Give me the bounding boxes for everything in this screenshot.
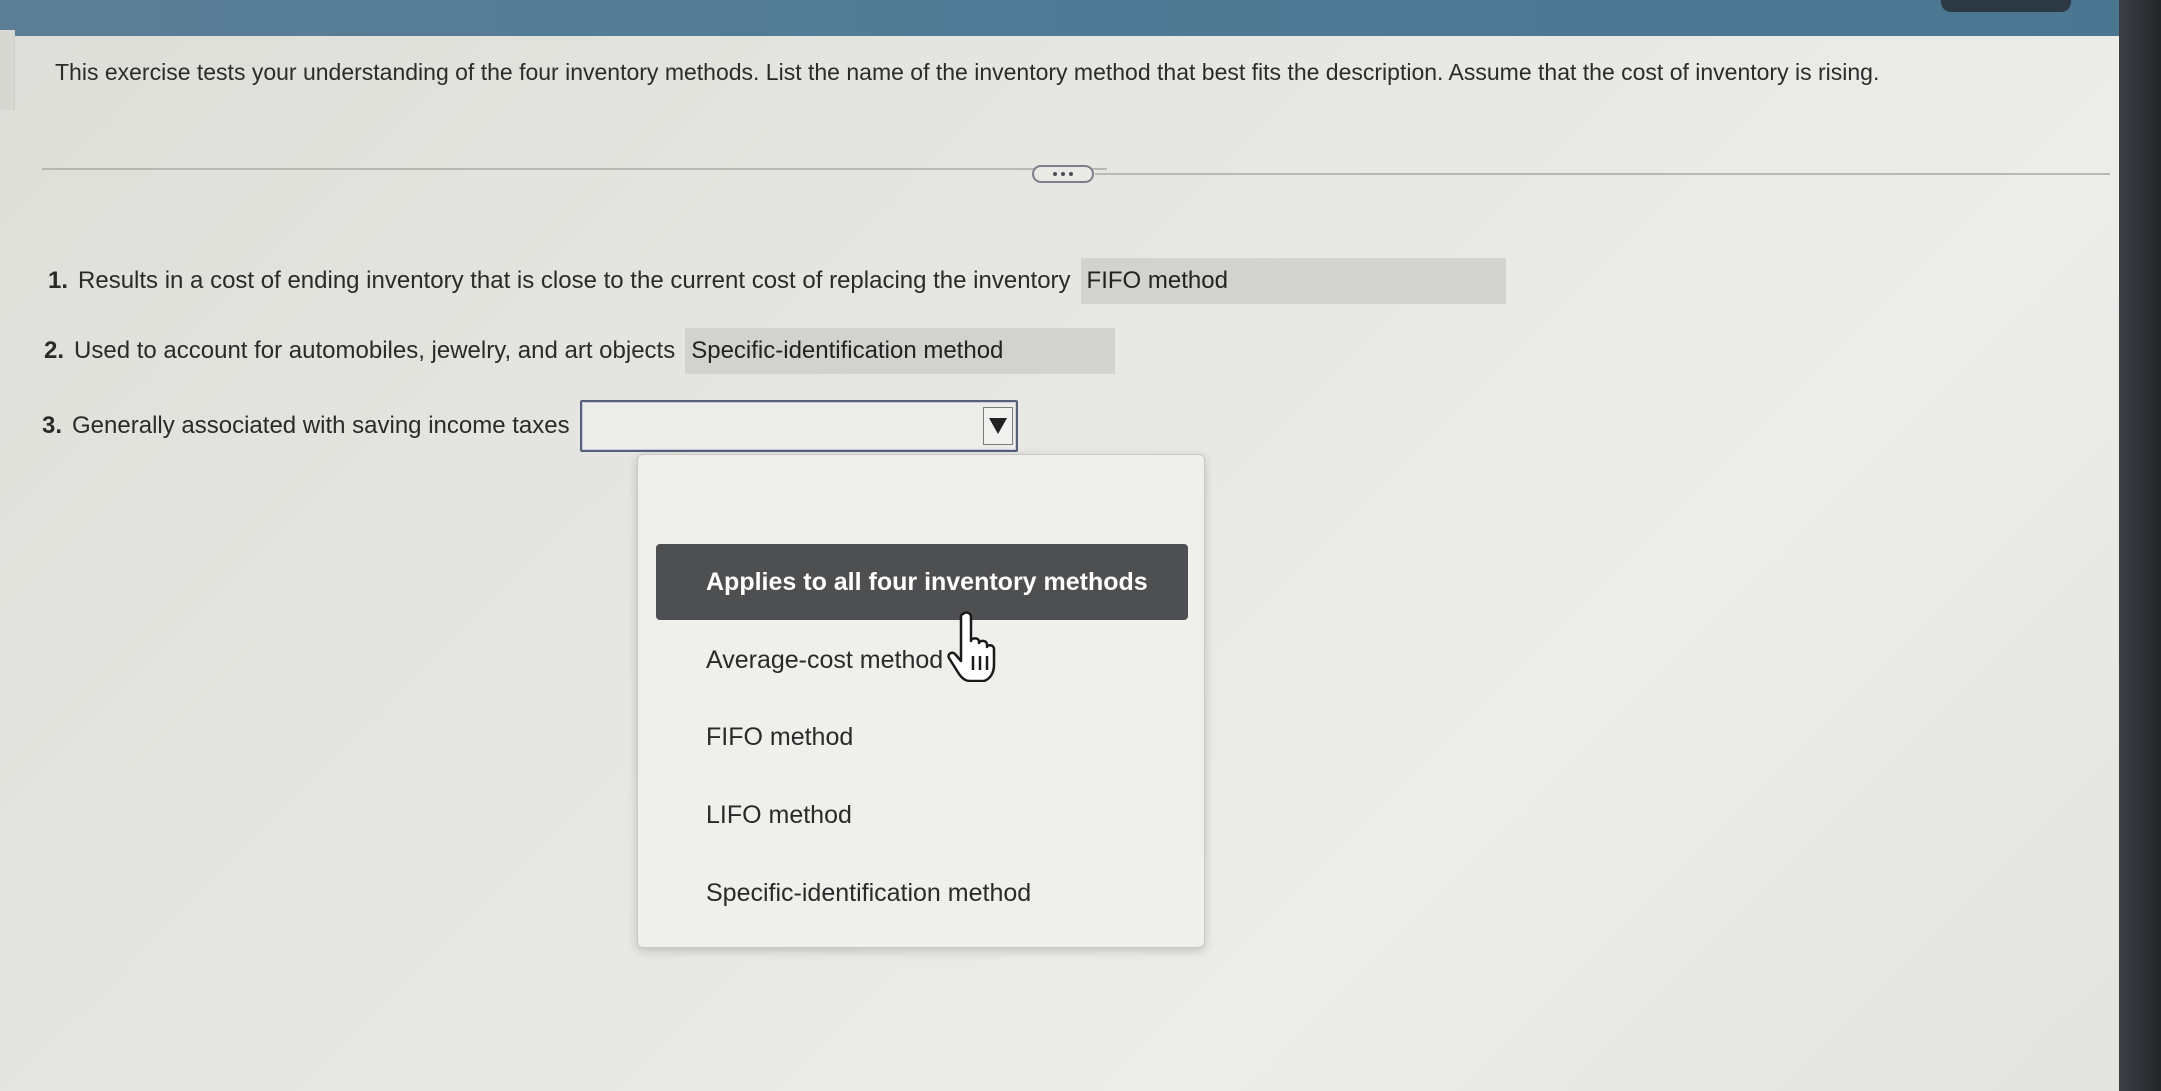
left-panel-edge: [0, 30, 15, 110]
expand-more-button[interactable]: [1032, 165, 1094, 183]
dropdown-menu: Applies to all four inventory methods Av…: [637, 454, 1205, 948]
top-bar-control: [1941, 0, 2071, 12]
dropdown-arrow-icon[interactable]: [982, 407, 1013, 445]
dropdown-option-lifo[interactable]: LIFO method: [656, 779, 1188, 851]
question-number: 1.: [48, 267, 69, 294]
exercise-instructions: This exercise tests your understanding o…: [55, 59, 1880, 85]
dot-icon: [1053, 172, 1057, 176]
question-1: 1. Results in a cost of ending inventory…: [48, 258, 1506, 304]
question-number: 2.: [44, 337, 65, 364]
question-number: 3.: [42, 412, 63, 439]
dot-icon: [1061, 172, 1065, 176]
dropdown-option-all-four[interactable]: Applies to all four inventory methods: [656, 544, 1188, 620]
dot-icon: [1069, 172, 1073, 176]
dropdown-option-specific-identification[interactable]: Specific-identification method: [656, 857, 1188, 929]
answer-field-2[interactable]: Specific-identification method: [685, 328, 1116, 374]
question-text: Results in a cost of ending inventory th…: [78, 267, 1071, 294]
answer-field-1[interactable]: FIFO method: [1080, 258, 1506, 304]
answer-select-3[interactable]: [579, 400, 1018, 452]
question-text: Used to account for automobiles, jewelry…: [74, 337, 676, 364]
question-text: Generally associated with saving income …: [72, 412, 570, 439]
window-edge: [2119, 0, 2161, 1091]
section-divider-left: [42, 168, 1107, 170]
dropdown-option-fifo[interactable]: FIFO method: [656, 701, 1188, 773]
dropdown-option-average-cost[interactable]: Average-cost method: [656, 624, 1188, 696]
section-divider-right: [1095, 173, 2110, 175]
window-top-bar: [0, 0, 2161, 36]
question-2: 2. Used to account for automobiles, jewe…: [44, 328, 1116, 374]
question-3: 3. Generally associated with saving inco…: [42, 400, 1018, 452]
hand-pointer-icon: [947, 611, 996, 682]
